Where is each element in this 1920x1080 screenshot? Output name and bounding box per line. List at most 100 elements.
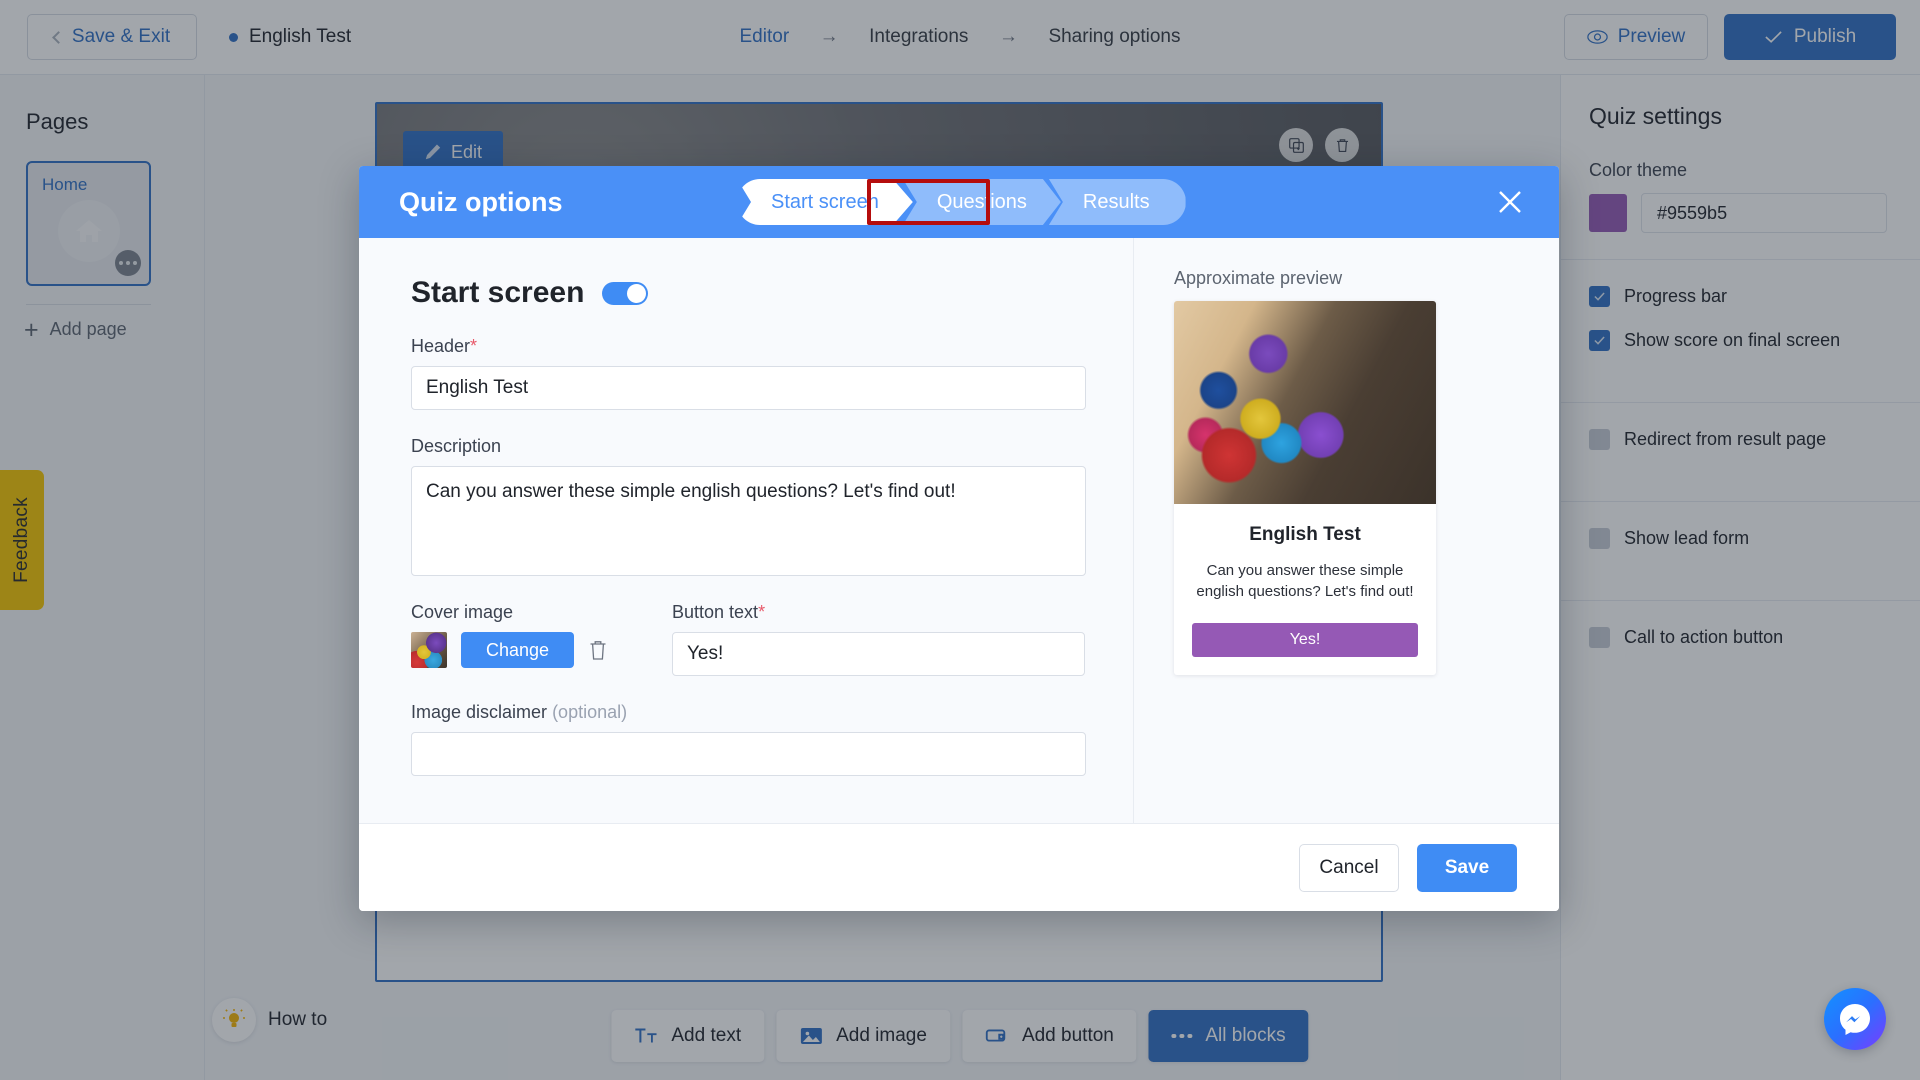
setting-label: Show lead form [1624,527,1750,548]
settings-group-lead-form: Show lead form [1561,502,1920,574]
all-blocks-button[interactable]: All blocks [1148,1010,1309,1062]
checkbox-unchecked-icon[interactable] [1589,626,1610,648]
tab-start-screen[interactable]: Start screen [737,179,913,225]
tab-label: Questions [936,190,1027,213]
add-button-button[interactable]: Add button [961,1010,1137,1062]
delete-cover-image-button[interactable] [588,639,608,661]
sidebar-divider [26,304,151,305]
edit-label: Edit [450,141,483,162]
button-text-input[interactable] [672,632,1085,676]
breadcrumb-item-integrations[interactable]: Integrations [869,26,968,48]
page-card-home[interactable]: Home [26,161,151,286]
lightbulb-icon [223,1009,245,1027]
checkbox-unchecked-icon[interactable] [1589,527,1610,549]
delete-block-button[interactable] [1325,128,1359,162]
add-page-label: Add page [49,319,127,339]
description-textarea[interactable] [411,466,1086,576]
cover-image-label: Cover image [411,602,514,622]
breadcrumb-item-editor[interactable]: Editor [740,26,790,48]
chevron-left-icon [52,30,65,44]
arrow-right-icon: → [998,26,1018,47]
setting-redirect-from-result-page[interactable]: Redirect from result page [1561,417,1920,461]
button-text-field-label: Button text* [672,602,1085,623]
close-icon [1499,191,1521,213]
setting-label: Show score on final screen [1624,329,1841,350]
ellipsis-icon [1171,1033,1193,1039]
breadcrumb: Editor → Integrations → Sharing options [740,26,1181,48]
duplicate-block-button[interactable] [1279,128,1313,162]
preview-card: English Test Can you answer these simple… [1174,301,1436,675]
how-to-label: How to [268,1009,328,1030]
modal-header: Quiz options Start screen Questions Resu… [359,166,1559,238]
add-page-button[interactable]: + Add page [24,315,204,344]
preview-card-body: English Test Can you answer these simple… [1174,504,1436,675]
image-icon [800,1028,822,1044]
setting-label: Call to action button [1624,626,1784,647]
tab-questions[interactable]: Questions [903,179,1061,225]
unsaved-dot-icon [229,32,238,42]
add-image-button[interactable]: Add image [776,1010,950,1062]
change-cover-image-button[interactable]: Change [461,632,574,668]
description-field-label: Description [411,436,502,456]
quiz-settings-panel: Quiz settings Color theme Progress bar S… [1560,75,1920,1080]
home-thumbnail [57,199,120,262]
how-to-button[interactable] [212,998,256,1042]
color-theme-input[interactable] [1641,193,1887,233]
button-text-column: Button text* [672,576,1085,676]
breadcrumb-item-sharing-options[interactable]: Sharing options [1048,26,1180,48]
preview-cta-button: Yes! [1192,622,1418,657]
button-text-label-text: Button text [672,602,759,622]
preview-label: Preview [1617,26,1686,47]
settings-group-cta: Call to action button [1561,601,1920,673]
settings-group-redirect: Redirect from result page [1561,403,1920,475]
section-header: Start screen [411,276,1085,310]
cover-image-column: Cover image Change [411,576,626,676]
arrow-right-icon: → [819,26,839,47]
header-input[interactable] [411,366,1086,410]
settings-group-display: Progress bar Show score on final screen [1561,260,1920,376]
start-screen-toggle[interactable] [602,281,649,305]
tab-results[interactable]: Results [1048,179,1186,225]
publish-button[interactable]: Publish [1724,14,1896,60]
eye-icon [1586,30,1608,44]
setting-label: Redirect from result page [1624,428,1827,449]
trash-icon [590,641,606,660]
checkbox-checked-icon[interactable] [1589,285,1610,307]
optional-marker: (optional) [552,702,628,722]
save-button[interactable]: Save [1417,843,1517,892]
quiz-options-modal: Quiz options Start screen Questions Resu… [359,166,1559,911]
image-disclaimer-label: Image disclaimer (optional) [411,702,1085,723]
color-swatch[interactable] [1589,194,1627,232]
pencil-icon [425,144,441,160]
feedback-tab[interactable]: Feedback [0,470,44,610]
save-and-exit-button[interactable]: Save & Exit [27,14,197,60]
required-marker: * [758,602,766,622]
plus-icon: + [24,315,39,344]
save-and-exit-label: Save & Exit [71,26,171,47]
header-field-label: Header* [411,336,1085,357]
image-disclaimer-input[interactable] [411,732,1086,776]
start-screen-form: Start screen Header* Description Cover i… [359,238,1134,823]
cancel-button[interactable]: Cancel [1299,843,1399,892]
add-text-button[interactable]: Add text [611,1010,765,1062]
add-text-label: Add text [671,1025,742,1046]
setting-show-lead-form[interactable]: Show lead form [1561,516,1920,560]
color-theme-row [1589,193,1920,233]
feedback-label: Feedback [11,497,32,583]
messenger-chat-button[interactable] [1824,988,1886,1050]
close-modal-button[interactable] [1495,187,1525,217]
page-card-more-icon[interactable] [115,250,141,276]
header-label-text: Header [411,336,471,356]
all-blocks-label: All blocks [1205,1025,1286,1046]
setting-call-to-action-button[interactable]: Call to action button [1561,615,1920,659]
preview-button[interactable]: Preview [1564,14,1708,60]
how-to-widget[interactable]: How to [212,998,327,1042]
setting-progress-bar[interactable]: Progress bar [1561,274,1920,318]
checkbox-unchecked-icon[interactable] [1589,428,1610,450]
top-bar-actions: Preview Publish [1564,14,1896,60]
checkbox-checked-icon[interactable] [1589,329,1610,351]
block-toolbar: Add text Add image Add button All blocks [611,1010,1309,1062]
text-icon [635,1028,657,1043]
check-icon [1765,31,1782,43]
setting-show-score-on-final-screen[interactable]: Show score on final screen [1561,318,1920,362]
